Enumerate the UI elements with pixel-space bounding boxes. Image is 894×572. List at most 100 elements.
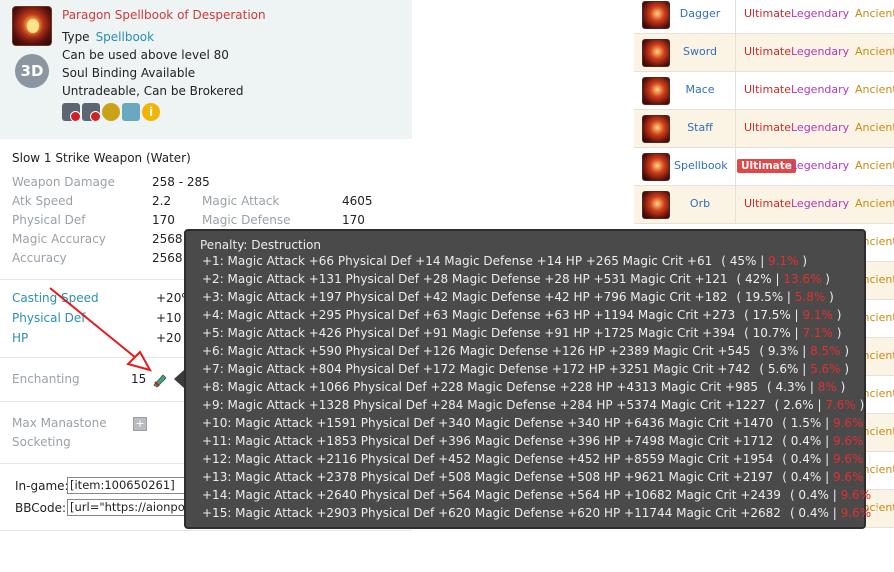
- stat-label-magic-attack: Magic Attack: [202, 194, 280, 208]
- stat-label-weapon-damage: Weapon Damage: [12, 175, 115, 189]
- success-chance: ( 0.4% |: [782, 452, 830, 466]
- ancient-link[interactable]: Ancient: [855, 121, 894, 134]
- enchant-stats: +15: Magic Attack +2903 Physical Def +62…: [202, 506, 781, 520]
- stat-label-magic-defense: Magic Defense: [202, 213, 291, 227]
- weapon-name[interactable]: Staff: [674, 121, 726, 134]
- spellbook-icon: [642, 153, 670, 181]
- weapon-row-spellbook[interactable]: Spellbook Ultimate Legendary Ancient: [634, 148, 894, 186]
- stat-label-accuracy: Accuracy: [12, 251, 67, 265]
- socketing-label: Socketing: [12, 435, 71, 449]
- enchant-stats: +12: Magic Attack +2116 Physical Def +45…: [202, 452, 774, 466]
- bonus-label-physical-def: Physical Def: [12, 311, 86, 325]
- ultimate-link[interactable]: Ultimate: [744, 121, 791, 134]
- bonus-value-hp: +20: [156, 331, 182, 345]
- no-trade-icon: [62, 103, 81, 122]
- divider: [735, 186, 736, 224]
- ingame-code-field[interactable]: [item:100650261]: [67, 477, 185, 494]
- weapon-name[interactable]: Spellbook: [674, 159, 728, 172]
- close-paren: ): [825, 272, 830, 286]
- close-paren: ): [802, 254, 808, 268]
- enchant-stats: +4: Magic Attack +295 Physical Def +63 M…: [202, 308, 736, 322]
- ultimate-link[interactable]: Ultimate: [744, 45, 791, 58]
- enchant-stats: +13: Magic Attack +2378 Physical Def +50…: [202, 470, 774, 484]
- mace-icon: [642, 77, 670, 105]
- legendary-link[interactable]: Legendary: [791, 83, 849, 96]
- destruction-chance: 9.1%: [768, 254, 799, 268]
- tooltip-pointer: [174, 370, 184, 388]
- legendary-link[interactable]: Legendary: [791, 197, 849, 210]
- ingame-code-label: In-game:: [15, 479, 69, 493]
- weapon-name[interactable]: Mace: [674, 83, 726, 96]
- close-paren: ): [867, 470, 872, 484]
- ultimate-link[interactable]: Ultimate: [744, 83, 791, 96]
- enchant-stats: +5: Magic Attack +426 Physical Def +91 M…: [202, 326, 736, 340]
- weapon-name[interactable]: Sword: [674, 45, 726, 58]
- ancient-link[interactable]: Ancient: [855, 7, 894, 20]
- soul-binding-text: Soul Binding Available: [62, 66, 196, 80]
- enchant-level-line: +12: Magic Attack +2116 Physical Def +45…: [202, 452, 872, 466]
- close-paren: ): [874, 488, 880, 502]
- legendary-link[interactable]: Legendary: [791, 121, 849, 134]
- destruction-chance: 7.1%: [802, 326, 833, 340]
- success-chance: ( 10.7% |: [744, 326, 799, 340]
- ancient-link[interactable]: Ancient: [855, 159, 894, 172]
- destruction-chance: 9.6%: [832, 416, 864, 430]
- weapon-row-sword[interactable]: Sword Ultimate Legendary Ancient: [634, 34, 894, 72]
- divider: [735, 34, 736, 72]
- weapon-name[interactable]: Orb: [674, 197, 726, 210]
- enchanting-label: Enchanting: [12, 372, 80, 386]
- bbcode-label: BBCode:: [15, 501, 67, 515]
- item-type-link[interactable]: Spellbook: [96, 30, 155, 44]
- close-paren: ): [836, 308, 842, 322]
- divider: [735, 110, 736, 148]
- item-name: Paragon Spellbook of Desperation: [62, 8, 266, 22]
- enchant-stats: +14: Magic Attack +2640 Physical Def +56…: [202, 488, 781, 502]
- bonus-label-casting-speed: Casting Speed: [12, 291, 99, 305]
- enchantment-stone-icon[interactable]: [150, 370, 170, 390]
- stat-value-magic-attack: 4605: [342, 194, 373, 208]
- enchant-level-line: +6: Magic Attack +590 Physical Def +126 …: [202, 344, 849, 358]
- close-paren: ): [844, 344, 850, 358]
- close-paren: ): [859, 398, 865, 412]
- ultimate-link[interactable]: Ultimate: [744, 197, 791, 210]
- success-chance: ( 4.3% |: [767, 380, 814, 394]
- ancient-link[interactable]: Ancient: [855, 197, 894, 210]
- soul-bind-icon: [122, 103, 140, 121]
- level-requirement: Can be used above level 80: [62, 48, 229, 62]
- success-chance: ( 19.5% |: [736, 290, 791, 304]
- enchant-stats: +1: Magic Attack +66 Physical Def +14 Ma…: [202, 254, 713, 268]
- enchant-stats: +10: Magic Attack +1591 Physical Def +34…: [202, 416, 774, 430]
- close-paren: ): [867, 434, 872, 448]
- divider: [735, 148, 736, 186]
- weapon-name[interactable]: Dagger: [674, 7, 726, 20]
- legendary-link[interactable]: Legendary: [791, 45, 849, 58]
- destruction-chance: 13.6%: [783, 272, 822, 286]
- ancient-link[interactable]: Ancient: [855, 83, 894, 96]
- divider: [735, 0, 736, 34]
- no-extract-icon: [82, 103, 101, 122]
- orb-icon: [642, 191, 670, 219]
- destruction-chance: 9.6%: [832, 452, 864, 466]
- weapon-row-dagger[interactable]: Dagger Ultimate Legendary Ancient: [634, 0, 894, 34]
- success-chance: ( 0.4% |: [782, 470, 830, 484]
- ultimate-link[interactable]: Ultimate: [744, 7, 791, 20]
- legendary-link[interactable]: Legendary: [791, 7, 849, 20]
- enchant-stats: +8: Magic Attack +1066 Physical Def +228…: [202, 380, 759, 394]
- sword-icon: [642, 39, 670, 67]
- destruction-chance: 9.6%: [840, 488, 872, 502]
- ancient-link[interactable]: Ancient: [855, 45, 894, 58]
- enchant-stats: +3: Magic Attack +197 Physical Def +42 M…: [202, 290, 728, 304]
- manastone-slot-icon[interactable]: +: [133, 417, 147, 431]
- bbcode-field[interactable]: [url="https://aionpow: [67, 499, 185, 516]
- weapon-row-staff[interactable]: Staff Ultimate Legendary Ancient: [634, 110, 894, 148]
- tooltip-title: Penalty: Destruction: [200, 238, 321, 252]
- enchant-level-line: +2: Magic Attack +131 Physical Def +28 M…: [202, 272, 830, 286]
- destruction-chance: 5.8%: [794, 290, 826, 304]
- weapon-row-orb[interactable]: Orb Ultimate Legendary Ancient: [634, 186, 894, 224]
- legendary-link[interactable]: Legendary: [791, 159, 849, 172]
- weapon-row-mace[interactable]: Mace Ultimate Legendary Ancient: [634, 72, 894, 110]
- stat-label-physical-def: Physical Def: [12, 213, 86, 227]
- info-icon[interactable]: i: [142, 103, 160, 121]
- view-3d-icon[interactable]: 3D: [15, 54, 49, 88]
- ultimate-link-selected[interactable]: Ultimate: [737, 159, 796, 173]
